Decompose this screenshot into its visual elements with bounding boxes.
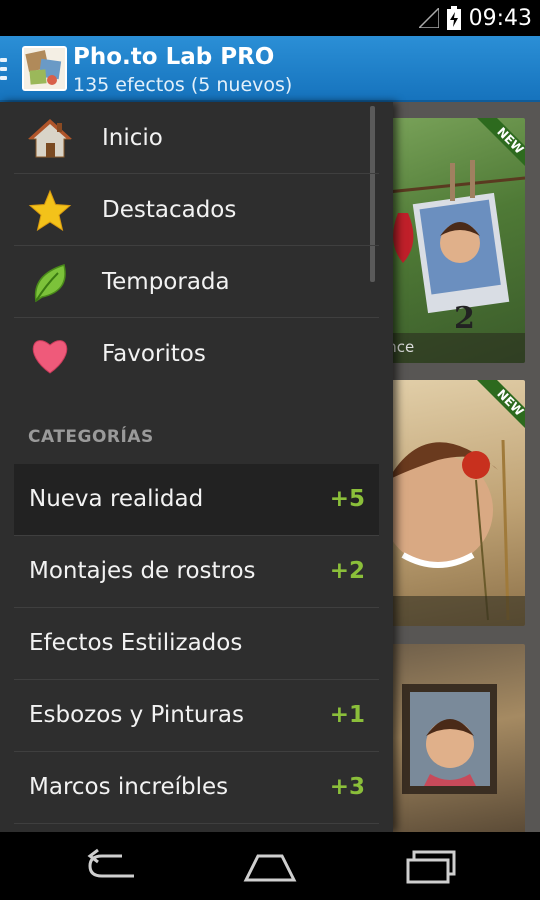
action-bar: Pho.to Lab PRO 135 efectos (5 nuevos) [0, 36, 540, 102]
nav-item-destacados[interactable]: Destacados [14, 174, 379, 246]
effect-caption: s [378, 596, 525, 626]
app-title: Pho.to Lab PRO [73, 44, 275, 70]
heart-icon [32, 340, 68, 374]
category-item-marcos-increibles[interactable]: Marcos increíbles +3 [14, 752, 379, 824]
nav-label: Inicio [102, 124, 163, 151]
svg-text:NEW: NEW [494, 387, 525, 419]
home-button-icon[interactable] [240, 846, 300, 886]
system-navigation-bar [0, 832, 540, 900]
status-bar: 09:43 [0, 0, 540, 36]
new-count-badge: +1 [329, 702, 365, 728]
category-item-esbozos-y-pinturas[interactable]: Esbozos y Pinturas +1 [14, 680, 379, 752]
effect-card[interactable] [378, 644, 525, 834]
signal-icon [418, 8, 439, 28]
category-item-montajes-de-rostros[interactable]: Montajes de rostros +2 [14, 536, 379, 608]
nav-label: Temporada [102, 268, 230, 295]
category-label: Efectos Estilizados [29, 630, 243, 656]
nav-item-inicio[interactable]: Inicio [14, 102, 379, 174]
new-count-badge: +5 [329, 486, 365, 512]
nav-item-temporada[interactable]: Temporada [14, 246, 379, 318]
new-ribbon-icon: NEW [477, 380, 525, 428]
battery-charging-icon [446, 6, 461, 30]
category-label: Nueva realidad [29, 486, 204, 512]
svg-text:NEW: NEW [494, 125, 525, 157]
new-count-badge: +3 [329, 774, 365, 800]
drawer-indicator-icon[interactable] [0, 58, 8, 82]
home-icon [28, 119, 72, 158]
new-count-badge: +2 [329, 558, 365, 584]
category-label: Esbozos y Pinturas [29, 702, 245, 728]
leaf-icon [34, 264, 66, 303]
nav-item-favoritos[interactable]: Favoritos [14, 318, 379, 390]
section-header-categorias: CATEGORÍAS [28, 427, 154, 447]
recent-apps-icon[interactable] [400, 846, 460, 886]
app-logo[interactable] [22, 46, 67, 91]
effect-card[interactable]: s NEW [378, 380, 525, 626]
category-item-efectos-estilizados[interactable]: Efectos Estilizados [14, 608, 379, 680]
nav-label: Favoritos [102, 341, 206, 367]
category-label: Marcos increíbles [29, 774, 229, 800]
effect-thumbnail [402, 684, 497, 794]
category-label: Montajes de rostros [29, 558, 256, 584]
navigation-drawer: Inicio Destacados Temporada Favoritos CA… [0, 102, 393, 832]
clock: 09:43 [468, 5, 532, 31]
category-item-nueva-realidad[interactable]: Nueva realidad +5 [14, 464, 379, 536]
nav-label: Destacados [102, 196, 237, 223]
effect-card[interactable]: 2 ance NEW [378, 118, 525, 363]
new-ribbon-icon: NEW [477, 118, 525, 166]
app-subtitle: 135 efectos (5 nuevos) [73, 74, 293, 96]
effect-caption: ance [378, 333, 525, 363]
star-icon [28, 189, 72, 232]
back-icon[interactable] [82, 846, 142, 886]
card-number: 2 [454, 301, 475, 336]
status-icons: 09:43 [418, 0, 532, 36]
